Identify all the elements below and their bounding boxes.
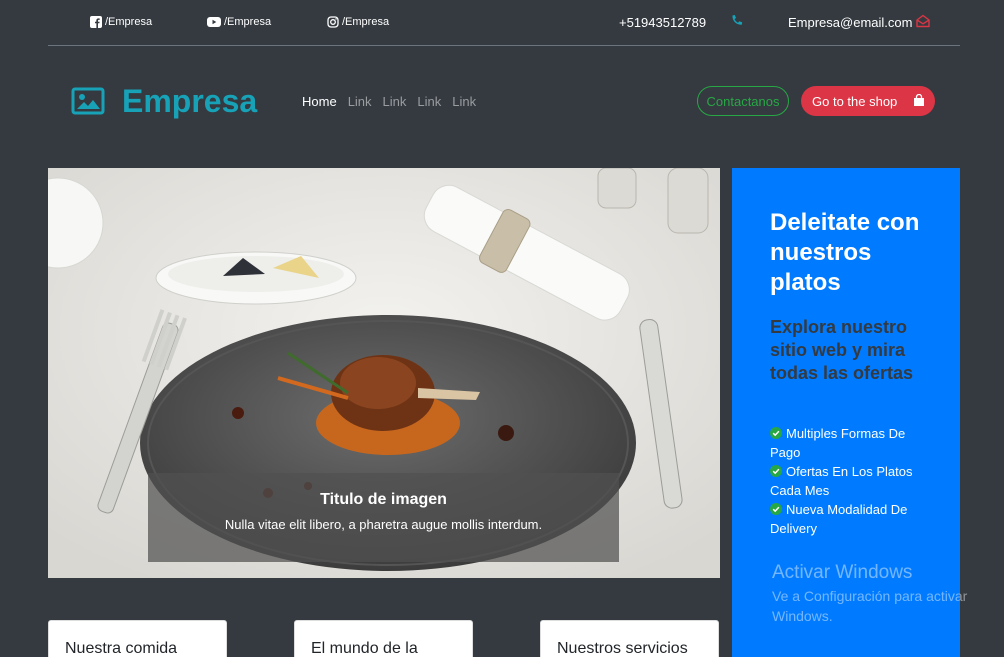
shop-button-label: Go to the shop [812,93,898,109]
feature-item: Nueva Modalidad De Delivery [770,500,920,538]
top-bar: /Empresa /Empresa /Empresa +51943512789 … [48,0,960,46]
nav-link-home[interactable]: Home [302,94,337,109]
phone-icon [732,15,743,25]
card-el-mundo[interactable]: El mundo de la [294,620,473,657]
check-circle-icon [770,465,782,477]
nav-link-1[interactable]: Link [348,94,372,109]
shopping-bag-icon [914,94,924,106]
check-circle-icon [770,503,782,515]
carousel-caption: Titulo de imagen Nulla vitae elit libero… [148,473,619,562]
envelope-open-icon [916,14,930,28]
youtube-label: /Empresa [224,16,272,28]
facebook-link[interactable]: /Empresa [90,16,152,28]
promo-subtitle: Explora nuestro sitio web y mira todas l… [770,317,914,383]
shop-button[interactable]: Go to the shop [801,86,935,116]
contact-button[interactable]: Contactanos [697,86,789,116]
nav-link-3[interactable]: Link [417,94,441,109]
instagram-icon [327,16,339,28]
main-nav: Home Link Link Link Link [302,94,476,109]
instagram-label: /Empresa [342,16,390,28]
caption-text: Nulla vitae elit libero, a pharetra augu… [224,517,543,532]
activation-watermark-text: Ve a Configuración para activar Windows. [772,588,968,624]
facebook-icon [90,16,102,28]
card-nuestra-comida[interactable]: Nuestra comida [48,620,227,657]
feature-list: Multiples Formas De Pago Ofertas En Los … [770,424,920,538]
caption-title: Titulo de imagen [320,491,447,508]
phone-number[interactable]: +51943512789 [619,15,706,30]
feature-label: Multiples Formas De Pago [770,426,906,460]
nav-link-4[interactable]: Link [452,94,476,109]
nav-link-2[interactable]: Link [383,94,407,109]
brand-name[interactable]: Empresa [122,83,257,120]
card-title: Nuestra comida [65,640,178,657]
feature-label: Nueva Modalidad De Delivery [770,502,908,536]
youtube-link[interactable]: /Empresa [207,16,271,28]
card-title: Nuestros servicios [557,640,688,657]
instagram-link[interactable]: /Empresa [327,16,389,28]
promo-title: Deleitate con nuestros platos [770,209,920,296]
image-icon[interactable] [71,87,105,115]
card-title: El mundo de la [311,640,418,657]
card-nuestros-servicios[interactable]: Nuestros servicios [540,620,719,657]
youtube-icon [207,17,221,27]
email-address[interactable]: Empresa@email.com [788,15,912,30]
facebook-label: /Empresa [105,16,153,28]
check-circle-icon [770,427,782,439]
feature-label: Ofertas En Los Platos Cada Mes [770,464,913,498]
activation-watermark-title: Activar Windows [772,562,913,583]
feature-item: Ofertas En Los Platos Cada Mes [770,462,920,500]
feature-item: Multiples Formas De Pago [770,424,920,462]
hero-carousel[interactable]: Titulo de imagen Nulla vitae elit libero… [48,168,720,578]
